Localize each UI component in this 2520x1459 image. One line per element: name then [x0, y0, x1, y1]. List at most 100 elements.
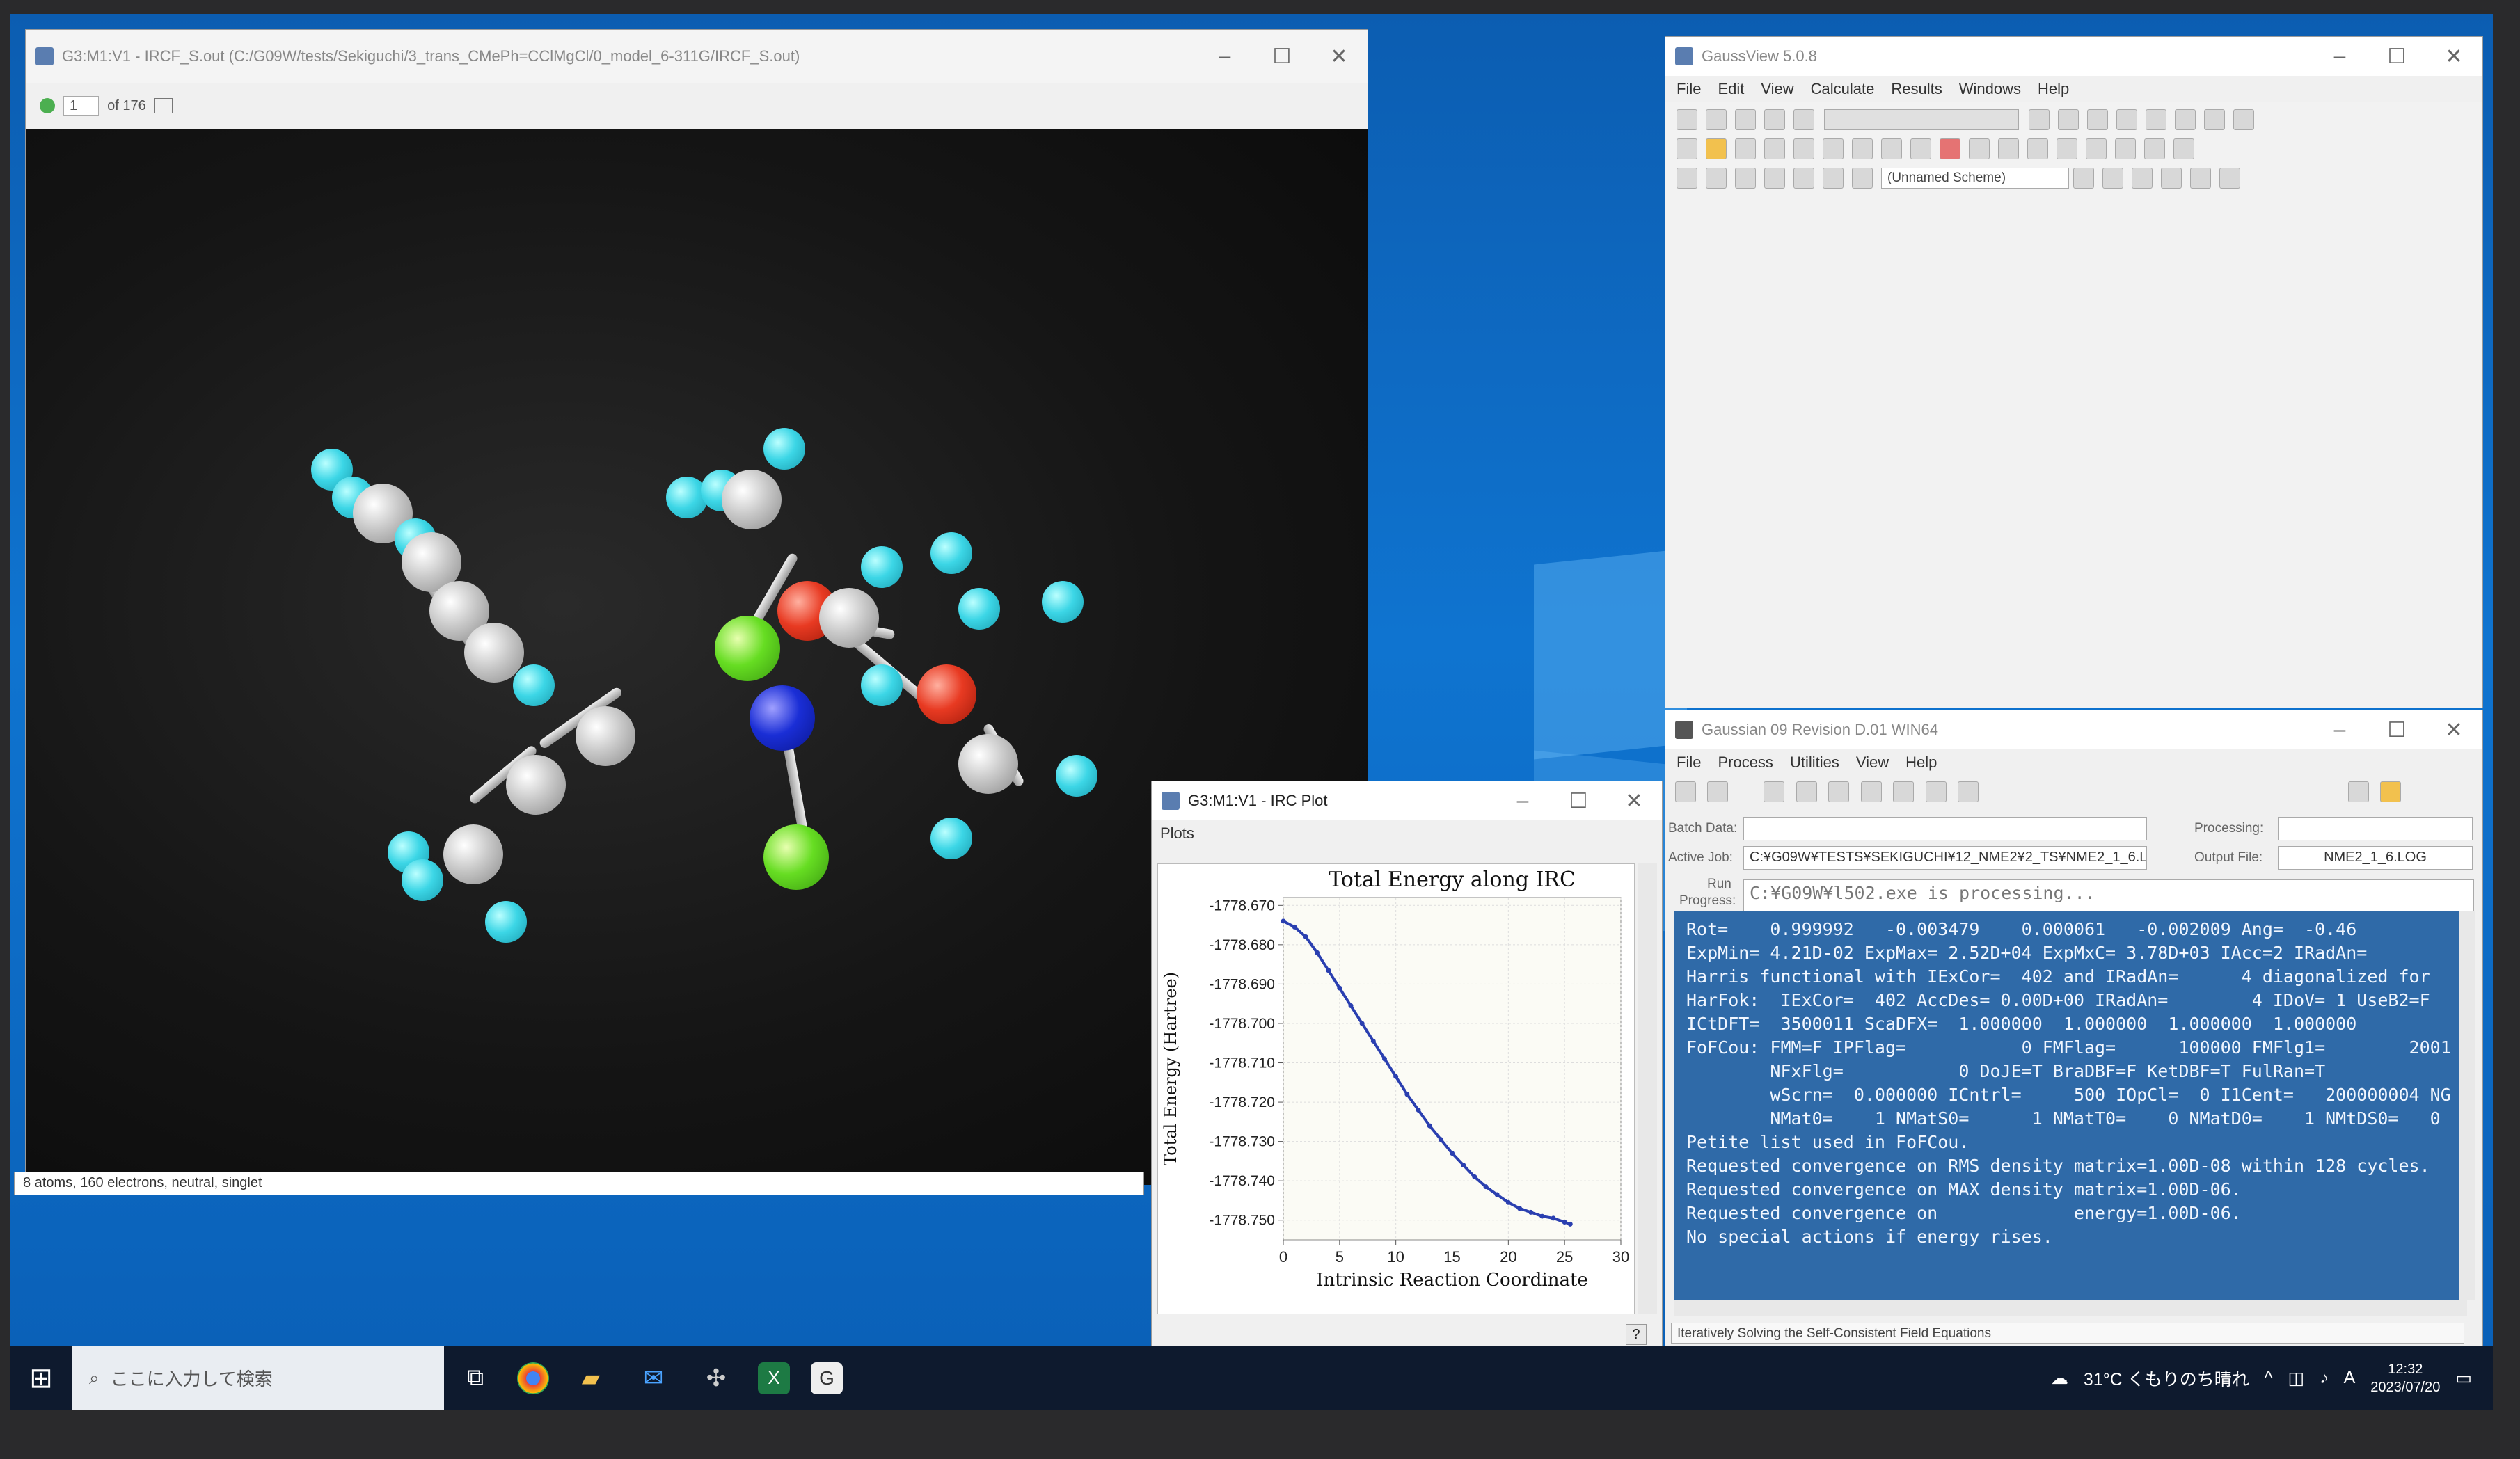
gaussian-taskbar-icon[interactable]: G	[811, 1362, 843, 1394]
chrome-icon[interactable]	[517, 1362, 549, 1394]
toolbar-tool-icon[interactable]	[1764, 168, 1785, 189]
new-icon[interactable]	[1677, 138, 1697, 159]
ime-indicator[interactable]: A	[2344, 1368, 2356, 1388]
toolbar-tool-icon[interactable]	[1735, 109, 1756, 130]
active-job-field[interactable]: C:¥G09W¥TESTS¥SEKIGUCHI¥12_NME2¥2_TS¥NME…	[1743, 846, 2147, 870]
menu-help[interactable]: Help	[2038, 80, 2069, 98]
toolbar-tool-icon[interactable]	[2029, 109, 2050, 130]
toolbar-tool-icon[interactable]	[1764, 109, 1785, 130]
carbon-atom[interactable]	[506, 755, 566, 815]
minimize-button[interactable]: –	[1495, 789, 1551, 813]
processing-field[interactable]	[2278, 817, 2473, 840]
menu-calculate[interactable]: Calculate	[1811, 80, 1875, 98]
toolbar-tool-icon[interactable]	[2161, 168, 2182, 189]
toolbar-tool-icon[interactable]	[1793, 109, 1814, 130]
chevron-up-icon[interactable]: ^	[2265, 1368, 2273, 1388]
carbon-atom[interactable]	[819, 588, 879, 648]
settings-icon[interactable]	[1958, 781, 1979, 802]
chlorine-atom[interactable]	[715, 616, 780, 681]
grid-icon[interactable]	[154, 98, 173, 113]
menu-help[interactable]: Help	[1905, 754, 1937, 772]
open-folder-icon[interactable]	[1706, 138, 1727, 159]
toolbar-tool-icon[interactable]	[1677, 168, 1697, 189]
toolbar-tool-icon[interactable]	[1823, 168, 1844, 189]
close-button[interactable]: ✕	[1310, 45, 1368, 69]
carbon-atom[interactable]	[958, 734, 1018, 794]
pause-after-icon[interactable]	[1796, 781, 1817, 802]
toolbar-tool-icon[interactable]	[1706, 109, 1727, 130]
oxygen-atom[interactable]	[917, 664, 976, 724]
toolbar-tool-icon[interactable]	[1706, 168, 1727, 189]
edit-icon[interactable]	[1893, 781, 1915, 802]
carbon-atom[interactable]	[576, 706, 635, 766]
toolbar-tool-icon[interactable]	[1823, 138, 1844, 159]
toolbar-tool-icon[interactable]	[2144, 138, 2165, 159]
undo-icon[interactable]	[1969, 138, 1990, 159]
menu-file[interactable]: File	[1677, 80, 1701, 98]
mail-icon[interactable]: ✉	[633, 1357, 674, 1399]
nitrogen-atom[interactable]	[750, 685, 815, 751]
menu-process[interactable]: Process	[1718, 754, 1773, 772]
copy-icon[interactable]	[1881, 138, 1902, 159]
close-button[interactable]: ✕	[2425, 45, 2482, 69]
menu-edit[interactable]: Edit	[1718, 80, 1744, 98]
toolbar-tool-icon[interactable]	[2073, 168, 2094, 189]
gaussian-titlebar[interactable]: Gaussian 09 Revision D.01 WIN64 – ☐ ✕	[1665, 710, 2482, 749]
plot-vertical-scrollbar[interactable]	[1638, 863, 1657, 1314]
taskbar-search-box[interactable]: ⌕ ここに入力して検索	[72, 1346, 444, 1410]
hydrogen-atom[interactable]	[1056, 755, 1097, 797]
minimize-button[interactable]: –	[2311, 718, 2368, 742]
toolbar-tool-icon[interactable]	[2116, 109, 2137, 130]
element-combo[interactable]	[1824, 109, 2019, 130]
viewer-titlebar[interactable]: G3:M1:V1 - IRCF_S.out (C:/G09W/tests/Sek…	[26, 30, 1368, 83]
new-job-icon[interactable]	[1675, 781, 1696, 802]
toolbar-tool-icon[interactable]	[2102, 168, 2123, 189]
toolbar-tool-icon[interactable]	[2175, 109, 2196, 130]
pause-icon[interactable]	[1764, 781, 1785, 802]
carbon-atom[interactable]	[464, 623, 524, 683]
excel-icon[interactable]: X	[758, 1362, 790, 1394]
toolbar-tool-icon[interactable]	[2233, 109, 2254, 130]
hydrogen-atom[interactable]	[958, 588, 1000, 630]
weather-text[interactable]: 31°C くもりのち晴れ	[2084, 1366, 2249, 1391]
redo-icon[interactable]	[1998, 138, 2019, 159]
hydrogen-atom[interactable]	[402, 859, 443, 901]
toolbar-tool-icon[interactable]	[2146, 109, 2166, 130]
log-horizontal-scrollbar[interactable]	[1674, 1300, 2467, 1316]
print-icon[interactable]	[1764, 138, 1785, 159]
plots-menu[interactable]: Plots	[1152, 820, 1662, 847]
hydrogen-atom[interactable]	[513, 664, 555, 706]
toolbar-tool-icon[interactable]	[2058, 109, 2079, 130]
toolbar-tool-icon[interactable]	[2204, 109, 2225, 130]
batch-field[interactable]	[1743, 817, 2147, 840]
toolbar-tool-icon[interactable]	[2057, 138, 2077, 159]
irc-titlebar[interactable]: G3:M1:V1 - IRC Plot – ☐ ✕	[1152, 781, 1662, 820]
delete-icon[interactable]	[1940, 138, 1960, 159]
toolbar-tool-icon[interactable]	[2086, 138, 2107, 159]
hydrogen-atom[interactable]	[1042, 581, 1084, 623]
toolbar-tool-icon[interactable]	[2027, 138, 2048, 159]
irc-plot-area[interactable]: 0 5 10 15 20 25 30 -1778.670 -1778.680 -1778.690 -…	[1157, 863, 1635, 1314]
close-button[interactable]: ✕	[2425, 718, 2482, 742]
hydrogen-atom[interactable]	[930, 818, 972, 859]
log-output[interactable]: Rot= 0.999992 -0.003479 0.000061 -0.0020…	[1674, 911, 2467, 1300]
resume-icon[interactable]	[1828, 781, 1850, 802]
hydrogen-atom[interactable]	[861, 546, 903, 588]
chlorine-atom[interactable]	[763, 824, 829, 890]
run-icon[interactable]	[1707, 781, 1729, 802]
menu-results[interactable]: Results	[1891, 80, 1942, 98]
maximize-button[interactable]: ☐	[2368, 718, 2425, 742]
menu-view[interactable]: View	[1856, 754, 1889, 772]
minimize-button[interactable]: –	[1196, 45, 1253, 69]
arrow-right-icon[interactable]	[2219, 168, 2240, 189]
hydrogen-atom[interactable]	[930, 532, 972, 574]
image-icon[interactable]	[1793, 138, 1814, 159]
maximize-button[interactable]: ☐	[1551, 789, 1606, 813]
help-icon[interactable]: ?	[1626, 1324, 1647, 1345]
menu-utilities[interactable]: Utilities	[1790, 754, 1839, 772]
carbon-atom[interactable]	[722, 470, 782, 529]
log-vertical-scrollbar[interactable]	[2459, 911, 2475, 1300]
frame-spinner[interactable]: 1	[63, 95, 100, 116]
notification-icon[interactable]: ▭	[2455, 1368, 2472, 1389]
menu-file[interactable]: File	[1677, 754, 1701, 772]
